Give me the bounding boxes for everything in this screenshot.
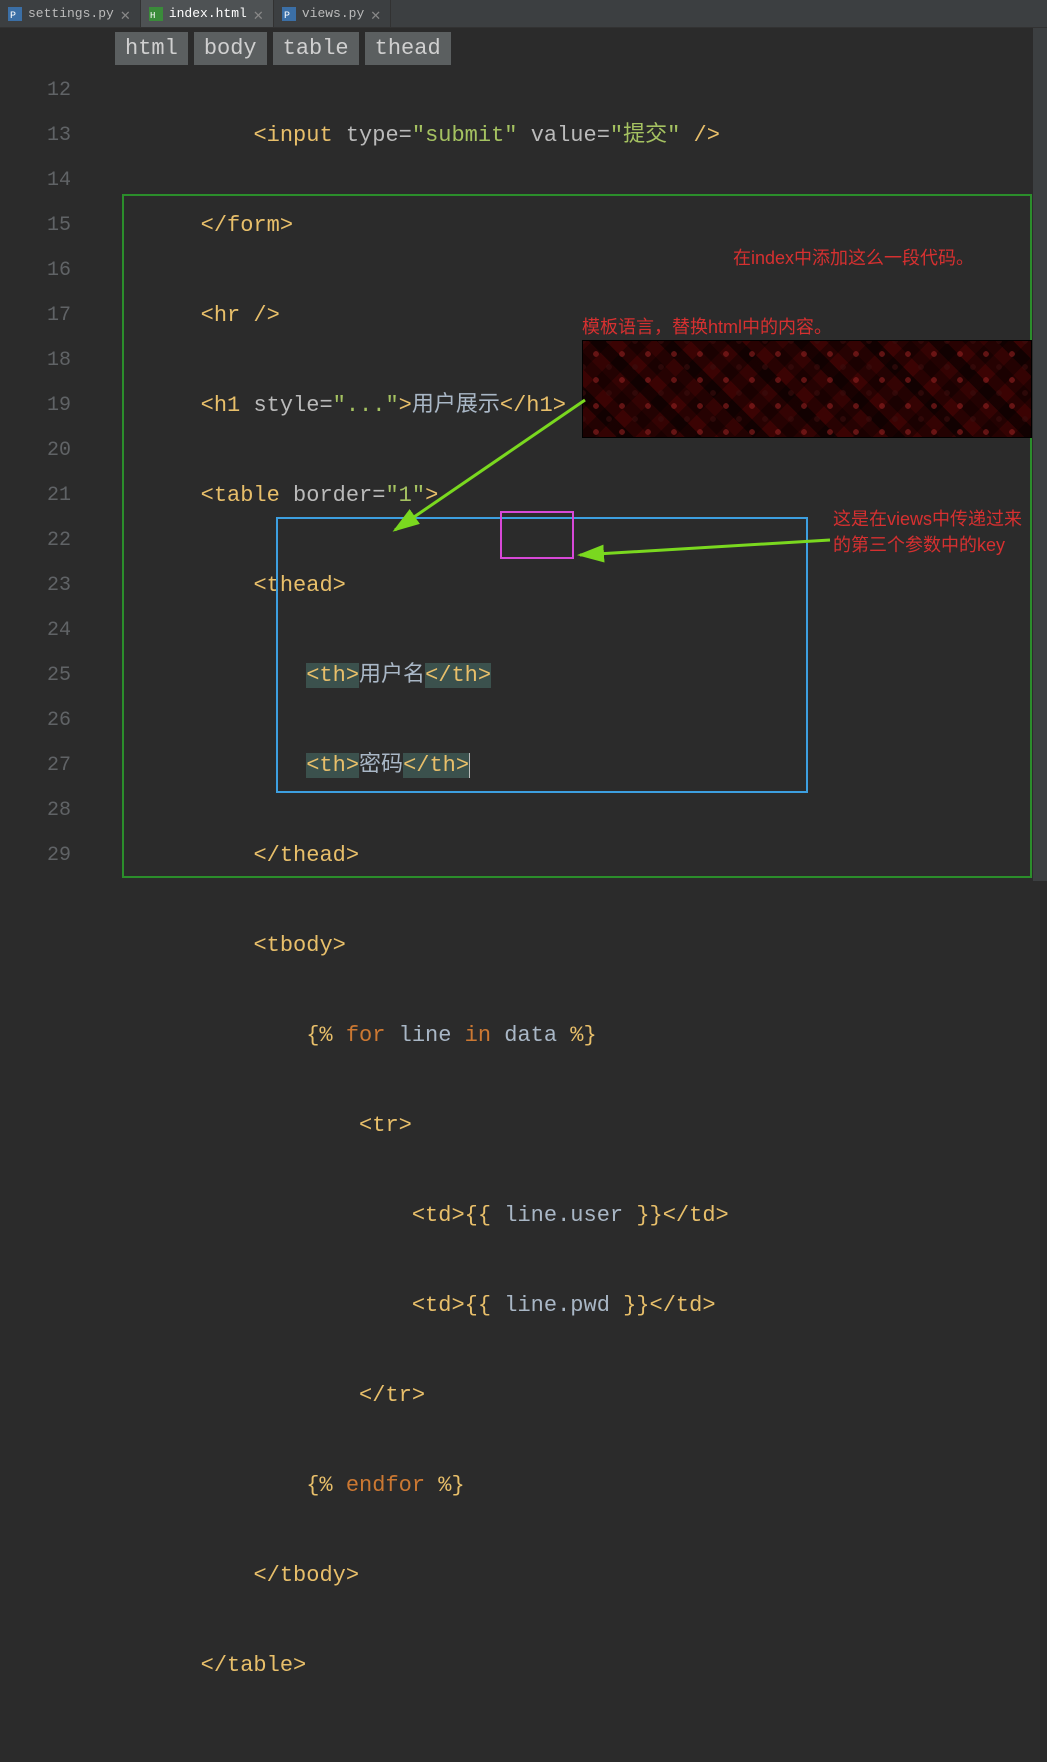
line-number: 17 [0, 293, 71, 338]
svg-text:P: P [284, 11, 290, 21]
code-line: <td>{{ line.pwd }}</td> [95, 1283, 1047, 1328]
line-number: 23 [0, 563, 71, 608]
code-line: <input type="submit" value="提交" /> [95, 113, 1047, 158]
code-line: </tbody> [95, 1553, 1047, 1598]
svg-text:P: P [10, 11, 16, 21]
tab-label: settings.py [28, 6, 114, 21]
code-line: <tbody> [95, 923, 1047, 968]
line-number: 14 [0, 158, 71, 203]
code-line: <table border="1"> [95, 473, 1047, 518]
code-line: </thead> [95, 833, 1047, 878]
close-icon[interactable]: ✕ [253, 9, 263, 19]
line-number: 16 [0, 248, 71, 293]
line-number: 24 [0, 608, 71, 653]
code-line: <thead> [95, 563, 1047, 608]
line-number: 18 [0, 338, 71, 383]
line-gutter: 12 13 14 15 16 17 18 19 20 21 22 23 24 2… [0, 68, 95, 881]
text-cursor [469, 753, 483, 778]
code-line: <td>{{ line.user }}</td> [95, 1193, 1047, 1238]
code-area[interactable]: <input type="submit" value="提交" /> </for… [95, 68, 1047, 881]
tab-settings-py[interactable]: P settings.py ✕ [0, 0, 141, 27]
code-line: <th>密码</th> [95, 743, 1047, 788]
svg-text:H: H [150, 11, 155, 21]
line-number: 29 [0, 833, 71, 878]
vertical-scrollbar[interactable] [1033, 28, 1047, 881]
python-icon: P [282, 7, 296, 21]
tab-label: views.py [302, 6, 364, 21]
structure-breadcrumb: html body table thead [0, 28, 1047, 68]
line-number: 28 [0, 788, 71, 833]
tab-label: index.html [169, 6, 247, 21]
line-number: 22 [0, 518, 71, 563]
line-number: 21 [0, 473, 71, 518]
tab-index-html[interactable]: H index.html ✕ [141, 0, 274, 27]
tab-views-py[interactable]: P views.py ✕ [274, 0, 391, 27]
line-number: 25 [0, 653, 71, 698]
code-line: <h1 style="...">用户展示</h1> [95, 383, 1047, 428]
crumb-thead[interactable]: thead [365, 32, 451, 65]
code-line: <tr> [95, 1103, 1047, 1148]
line-number: 27 [0, 743, 71, 788]
code-line: <th>用户名</th> [95, 653, 1047, 698]
crumb-table[interactable]: table [273, 32, 359, 65]
code-line: <hr /> [95, 293, 1047, 338]
line-number: 13 [0, 113, 71, 158]
code-line: </form> [95, 203, 1047, 248]
line-number: 20 [0, 428, 71, 473]
close-icon[interactable]: ✕ [120, 9, 130, 19]
code-editor[interactable]: 12 13 14 15 16 17 18 19 20 21 22 23 24 2… [0, 68, 1047, 881]
line-number: 12 [0, 68, 71, 113]
line-number: 19 [0, 383, 71, 428]
code-line: {% endfor %} [95, 1463, 1047, 1508]
line-number: 26 [0, 698, 71, 743]
crumb-html[interactable]: html [115, 32, 188, 65]
close-icon[interactable]: ✕ [370, 9, 380, 19]
python-icon: P [8, 7, 22, 21]
crumb-body[interactable]: body [194, 32, 267, 65]
editor-tabs: P settings.py ✕ H index.html ✕ P views.p… [0, 0, 1047, 28]
code-line: </tr> [95, 1373, 1047, 1418]
code-line: {% for line in data %} [95, 1013, 1047, 1058]
code-line: </table> [95, 1643, 1047, 1688]
line-number: 15 [0, 203, 71, 248]
html-icon: H [149, 7, 163, 21]
